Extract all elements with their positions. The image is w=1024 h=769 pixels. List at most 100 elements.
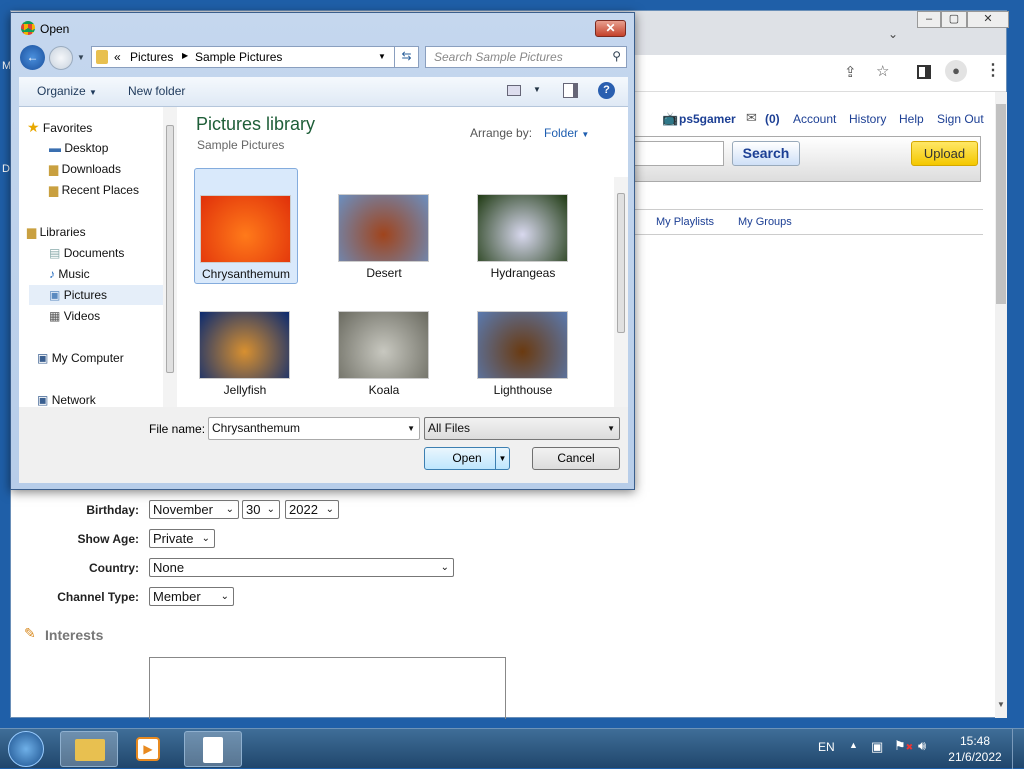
change-view-icon[interactable]: [507, 85, 521, 96]
history-link[interactable]: History: [849, 112, 886, 126]
new-folder-button[interactable]: New folder: [128, 84, 185, 98]
address-bar[interactable]: « Pictures ▶ Sample Pictures ▼ ⇆: [91, 46, 419, 68]
file-list-pane: Chrysanthemum Desert Hydrangeas Jellyfish Ko…: [177, 107, 628, 407]
side-panel-icon[interactable]: [917, 65, 931, 79]
volume-icon[interactable]: 🔊︎: [918, 738, 926, 754]
filetype-value: All Files: [428, 421, 471, 435]
nav-libraries[interactable]: ▆ Libraries: [27, 222, 167, 242]
my-groups-link[interactable]: My Groups: [738, 216, 792, 228]
channel-type-label: Channel Type:: [57, 590, 139, 604]
open-button[interactable]: Open ▼: [424, 447, 510, 470]
language-indicator[interactable]: EN: [818, 740, 835, 754]
nav-label: Libraries: [39, 225, 86, 239]
refresh-icon[interactable]: ⇆: [394, 46, 418, 68]
star-icon[interactable]: ☆: [876, 62, 889, 80]
filename-input[interactable]: Chrysanthemum ▼: [208, 417, 420, 440]
content-scrollbar[interactable]: [614, 177, 628, 407]
show-age-select[interactable]: Private ⌄: [149, 529, 215, 548]
recent-pages-arrow-icon[interactable]: ▼: [77, 53, 85, 62]
address-dropdown-icon[interactable]: ▼: [378, 52, 386, 61]
breadcrumb-sample-pictures[interactable]: Sample Pictures: [195, 50, 282, 64]
search-button[interactable]: Search: [732, 141, 800, 166]
nav-favorites[interactable]: ★ Favorites: [27, 117, 167, 137]
clock[interactable]: 15:48 21/6/2022: [948, 734, 1002, 764]
birthday-day-select[interactable]: 30 ⌄: [242, 500, 280, 519]
cancel-button[interactable]: Cancel: [532, 447, 620, 470]
nav-scrollbar[interactable]: [163, 107, 177, 407]
media-player-icon[interactable]: ▶: [136, 737, 160, 761]
channel-type-value: Member: [153, 589, 201, 604]
maximize-button[interactable]: ▢: [941, 11, 967, 28]
birthday-year-select[interactable]: 2022 ⌄: [285, 500, 339, 519]
show-age-value: Private: [153, 531, 194, 546]
preview-pane-icon[interactable]: [563, 83, 578, 98]
organize-label: Organize: [37, 84, 86, 98]
account-link[interactable]: Account: [793, 112, 836, 126]
breadcrumb-separator-icon[interactable]: ▶: [182, 51, 188, 60]
nav-my-computer[interactable]: ▣ My Computer: [37, 348, 177, 368]
search-icon[interactable]: ⚲: [612, 49, 621, 63]
file-item[interactable]: Hydrangeas: [472, 168, 576, 284]
organize-button[interactable]: Organize ▼: [37, 84, 97, 98]
forward-button[interactable]: [49, 46, 73, 70]
chrome-icon: [21, 21, 35, 35]
view-dropdown-icon[interactable]: ▼: [533, 85, 541, 94]
help-icon[interactable]: ?: [598, 82, 615, 99]
scrollbar-thumb[interactable]: [617, 193, 625, 333]
nav-label: My Computer: [51, 351, 124, 365]
show-desktop-button[interactable]: [1012, 729, 1024, 769]
help-link[interactable]: Help: [899, 112, 924, 126]
file-thumbnail: [338, 311, 429, 379]
birthday-month-select[interactable]: November ⌄: [149, 500, 239, 519]
nav-label: Desktop: [64, 141, 109, 155]
my-playlists-link[interactable]: My Playlists: [656, 216, 714, 228]
dialog-title: Open: [40, 22, 70, 36]
open-dropdown-icon[interactable]: ▼: [495, 448, 509, 469]
interests-textarea[interactable]: [149, 657, 506, 719]
close-button[interactable]: ✕: [595, 20, 626, 37]
channel-type-select[interactable]: Member ⌄: [149, 587, 234, 606]
sign-out-link[interactable]: Sign Out: [937, 112, 984, 126]
interests-heading: Interests: [45, 627, 104, 643]
clock-date: 21/6/2022: [948, 750, 1002, 764]
file-item[interactable]: Chrysanthemum: [194, 168, 298, 284]
share-icon[interactable]: ⇪: [844, 63, 857, 81]
file-item[interactable]: Jellyfish: [194, 285, 298, 401]
file-item[interactable]: Koala: [333, 285, 437, 401]
mail-icon[interactable]: ✉: [746, 110, 757, 126]
file-name: Koala: [368, 383, 400, 397]
scroll-down-arrow[interactable]: ▼: [997, 700, 1005, 709]
page-scrollbar[interactable]: ▼: [995, 92, 1007, 718]
documents-icon: ▤: [49, 246, 61, 260]
videos-icon: ▦: [49, 309, 61, 323]
upload-button[interactable]: Upload: [911, 141, 978, 166]
tab-search-chevron-icon[interactable]: ⌄: [888, 27, 898, 41]
breadcrumb-pictures[interactable]: Pictures: [130, 50, 173, 64]
filetype-select[interactable]: All Files ▼: [424, 417, 620, 440]
menu-icon[interactable]: ⋮: [985, 60, 1001, 80]
back-button[interactable]: ←: [20, 45, 45, 70]
start-button[interactable]: [8, 731, 44, 767]
show-hidden-icons[interactable]: ▲: [849, 740, 858, 750]
scrollbar-thumb[interactable]: [166, 125, 174, 373]
country-select[interactable]: None ⌄: [149, 558, 454, 577]
action-center-flag-icon[interactable]: ⚑✖: [894, 738, 913, 754]
close-button[interactable]: ✕: [967, 11, 1009, 28]
recent-places-icon: ▆: [49, 183, 59, 197]
messages-count[interactable]: (0): [765, 112, 780, 126]
explorer-taskbar-button[interactable]: [60, 731, 118, 767]
arrange-by-dropdown[interactable]: Folder ▼: [544, 126, 589, 140]
file-item[interactable]: Lighthouse: [472, 285, 576, 401]
show-age-label: Show Age:: [77, 532, 139, 546]
file-item[interactable]: Desert: [333, 168, 437, 284]
nav-label: Music: [58, 267, 90, 281]
scrollbar-thumb[interactable]: [996, 104, 1006, 304]
nav-pictures[interactable]: ▣ Pictures: [29, 285, 169, 305]
profile-icon[interactable]: ●: [945, 60, 967, 82]
username-link[interactable]: ps5gamer: [679, 112, 736, 126]
minimize-button[interactable]: –: [917, 11, 941, 28]
breadcrumb-overflow[interactable]: «: [114, 50, 121, 64]
network-icon[interactable]: ▣: [871, 739, 883, 755]
document-taskbar-button[interactable]: [184, 731, 242, 767]
search-input[interactable]: Search Sample Pictures ⚲: [425, 46, 627, 68]
